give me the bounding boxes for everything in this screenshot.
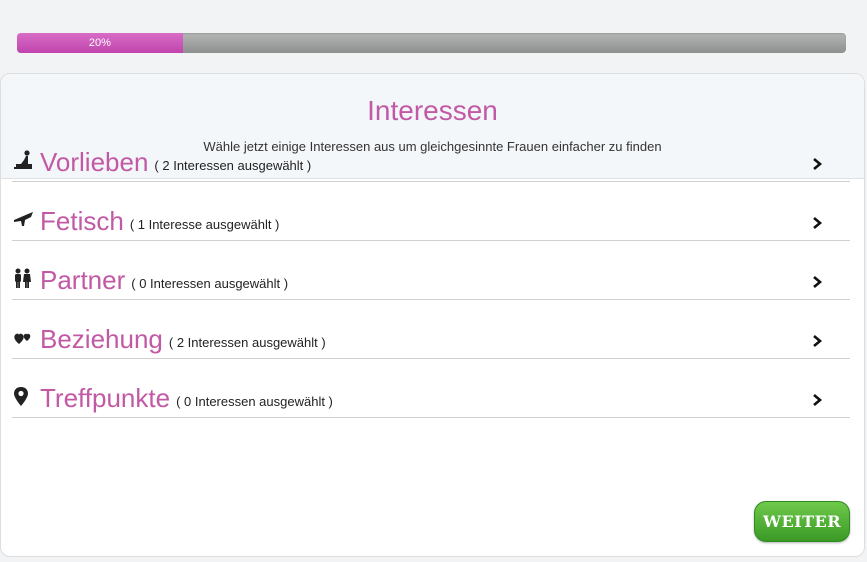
progress-bar: 20% (17, 33, 846, 53)
map-pin-icon (12, 385, 34, 407)
hearts-icon (12, 326, 34, 348)
category-title: Vorlieben (40, 147, 149, 177)
category-title: Beziehung (40, 324, 163, 354)
category-row-vorlieben[interactable]: Vorlieben ( 2 Interessen ausgewählt ) (12, 123, 850, 182)
progress-fill: 20% (17, 33, 183, 53)
category-count: ( 0 Interessen ausgewählt ) (131, 276, 289, 291)
category-count: ( 2 Interessen ausgewählt ) (168, 335, 326, 350)
progress-label: 20% (88, 37, 111, 49)
category-row-partner[interactable]: Partner ( 0 Interessen ausgewählt ) (12, 241, 850, 300)
chevron-right-icon (810, 216, 824, 230)
chevron-right-icon (810, 393, 824, 407)
chevron-right-icon (810, 334, 824, 348)
boot-icon (12, 208, 34, 230)
chevron-right-icon (810, 275, 824, 289)
category-row-treffpunkte[interactable]: Treffpunkte ( 0 Interessen ausgewählt ) (12, 359, 850, 418)
category-count: ( 0 Interessen ausgewählt ) (176, 394, 333, 409)
category-count: ( 2 Interessen ausgewählt ) (154, 158, 312, 173)
chevron-right-icon (810, 157, 824, 171)
next-button[interactable]: WEITER (754, 501, 850, 542)
category-title: Treffpunkte (40, 383, 171, 413)
figure-icon (12, 149, 34, 171)
category-count: ( 1 Interesse ausgewählt ) (129, 217, 280, 232)
page-title: Interessen (367, 95, 498, 126)
category-title: Fetisch (40, 206, 124, 236)
interest-category-list: Vorlieben ( 2 Interessen ausgewählt ) Fe… (12, 123, 850, 418)
category-row-beziehung[interactable]: Beziehung ( 2 Interessen ausgewählt ) (12, 300, 850, 359)
category-row-fetisch[interactable]: Fetisch ( 1 Interesse ausgewählt ) (12, 182, 850, 241)
couple-icon (12, 267, 34, 289)
category-title: Partner (40, 265, 126, 295)
